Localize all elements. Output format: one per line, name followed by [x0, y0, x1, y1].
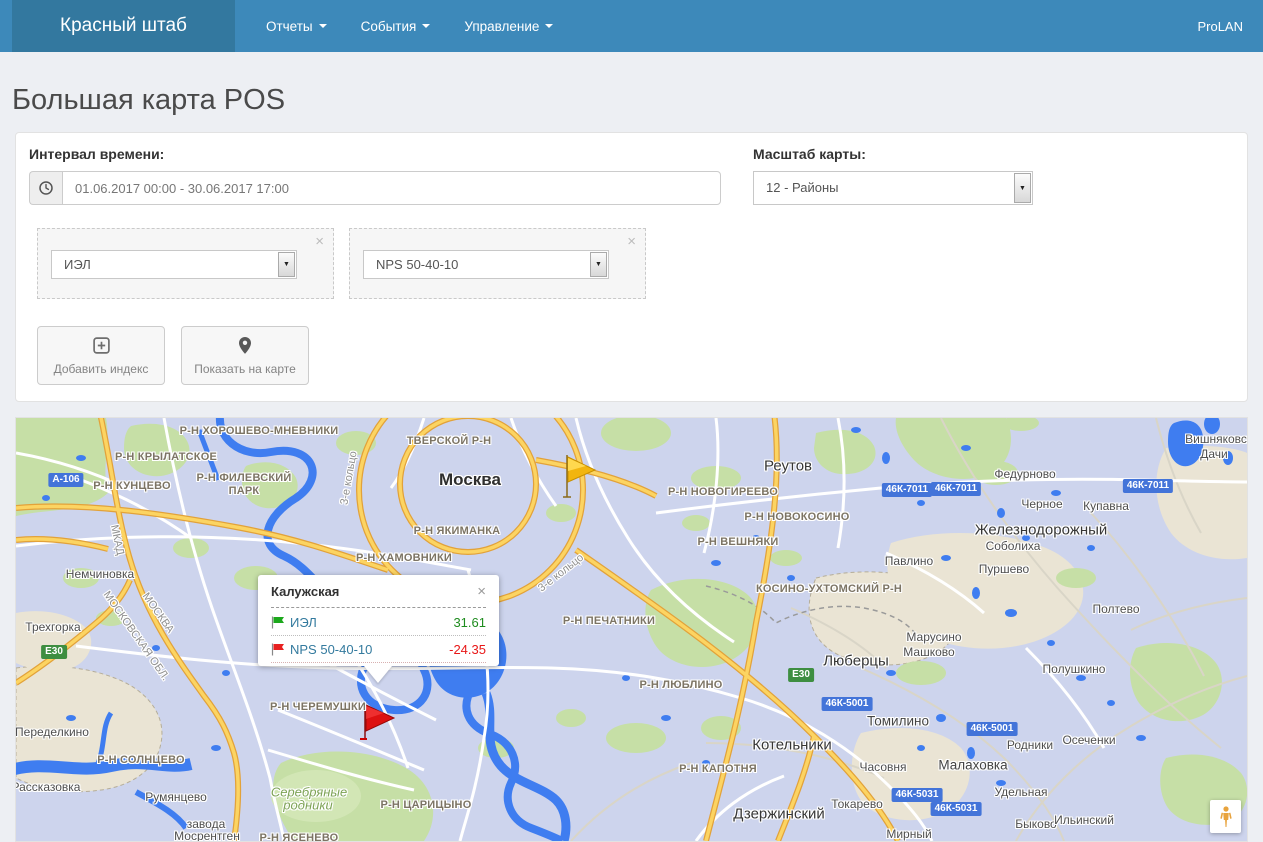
- nav-reports[interactable]: Отчеты: [249, 0, 344, 52]
- close-icon[interactable]: ×: [315, 231, 324, 252]
- nav-events-label: События: [361, 19, 417, 34]
- chevron-down-icon[interactable]: ▼: [1014, 173, 1031, 203]
- close-icon[interactable]: ×: [627, 231, 636, 252]
- map-canvas: [16, 418, 1247, 841]
- popup-tail: [364, 666, 392, 683]
- index-select-iel-value: ИЭЛ: [64, 257, 91, 272]
- page-title: Большая карта POS: [12, 84, 1248, 117]
- scale-label: Масштаб карты:: [753, 146, 1033, 162]
- popup-index-value: -24.35: [449, 642, 486, 657]
- chevron-down-icon[interactable]: ▼: [278, 252, 295, 277]
- map-pin-icon: [236, 336, 254, 358]
- show-on-map-label: Показать на карте: [194, 362, 296, 376]
- navbar: Красный штаб Отчеты События Управление P…: [0, 0, 1263, 52]
- index-select-nps-value: NPS 50-40-10: [376, 257, 458, 272]
- caret-down-icon: [545, 24, 553, 28]
- nav-prolan[interactable]: ProLAN: [1197, 0, 1263, 52]
- index-select-nps[interactable]: NPS 50-40-10 ▼: [363, 250, 609, 279]
- map[interactable]: Р-Н ХОРОШЕВО-МНЕВНИКИТВЕРСКОЙ Р-НР-Н КРЫ…: [16, 418, 1247, 841]
- red-flag-icon: [271, 643, 285, 656]
- add-index-button[interactable]: Добавить индекс: [37, 326, 165, 385]
- map-popup: Калужская × ИЭЛ 31.61: [258, 575, 499, 666]
- plus-square-icon: [92, 336, 111, 358]
- popup-row-iel: ИЭЛ 31.61: [271, 609, 486, 636]
- nav-reports-label: Отчеты: [266, 19, 313, 34]
- map-panel: Р-Н ХОРОШЕВО-МНЕВНИКИТВЕРСКОЙ Р-НР-Н КРЫ…: [15, 417, 1248, 842]
- nav-events[interactable]: События: [344, 0, 448, 52]
- pegman-icon: [1219, 806, 1233, 828]
- index-box-nps: × NPS 50-40-10 ▼: [349, 228, 646, 299]
- interval-input[interactable]: [62, 171, 721, 205]
- popup-index-label[interactable]: NPS 50-40-10: [290, 642, 372, 657]
- green-flag-icon: [271, 616, 285, 629]
- pegman-control[interactable]: [1210, 800, 1241, 833]
- index-select-iel[interactable]: ИЭЛ ▼: [51, 250, 297, 279]
- popup-index-label[interactable]: ИЭЛ: [290, 615, 317, 630]
- index-box-iel: × ИЭЛ ▼: [37, 228, 334, 299]
- close-icon[interactable]: ×: [477, 584, 486, 599]
- popup-title: Калужская: [271, 584, 339, 599]
- popup-separator: [271, 607, 486, 608]
- add-index-label: Добавить индекс: [54, 362, 149, 376]
- filters-panel: Интервал времени: Масштаб карты: 12 - Ра…: [15, 132, 1248, 402]
- caret-down-icon: [422, 24, 430, 28]
- caret-down-icon: [319, 24, 327, 28]
- chevron-down-icon[interactable]: ▼: [590, 252, 607, 277]
- scale-select[interactable]: 12 - Районы ▼: [753, 171, 1033, 205]
- main-menu: Отчеты События Управление: [249, 0, 570, 52]
- nav-management-label: Управление: [464, 19, 539, 34]
- nav-management[interactable]: Управление: [447, 0, 570, 52]
- show-on-map-button[interactable]: Показать на карте: [181, 326, 309, 385]
- popup-index-value: 31.61: [453, 615, 486, 630]
- clock-icon: [29, 171, 62, 205]
- popup-row-nps: NPS 50-40-10 -24.35: [271, 636, 486, 663]
- app-brand[interactable]: Красный штаб: [12, 0, 235, 52]
- scale-select-value: 12 - Районы: [766, 180, 839, 195]
- interval-label: Интервал времени:: [29, 146, 721, 162]
